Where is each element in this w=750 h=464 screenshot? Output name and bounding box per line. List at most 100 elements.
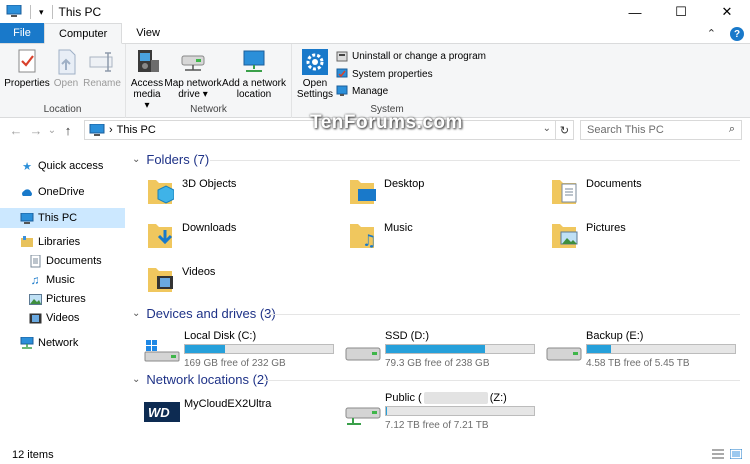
network-location-mycloud[interactable]: WD MyCloudEX2Ultra: [144, 398, 344, 434]
up-button[interactable]: ↑: [58, 123, 78, 138]
manage-button[interactable]: Manage: [336, 85, 388, 97]
drive-free-space: 169 GB free of 232 GB: [184, 358, 286, 369]
large-icons-view-icon[interactable]: [729, 448, 743, 462]
uninstall-label: Uninstall or change a program: [352, 50, 486, 62]
network-locations-section-header[interactable]: ⌄ Network locations (2): [132, 372, 269, 387]
videos-folder-icon: [148, 268, 173, 292]
drive-usage-bar: [385, 344, 535, 354]
nav-item-this-pc[interactable]: This PC: [0, 208, 125, 228]
drive-usage-fill: [386, 407, 388, 415]
address-path: This PC: [116, 124, 156, 136]
tab-computer[interactable]: Computer: [44, 23, 123, 44]
computer-icon[interactable]: [6, 4, 22, 20]
nav-item-libraries[interactable]: Libraries: [0, 232, 125, 252]
details-view-icon[interactable]: [712, 449, 724, 462]
section-title: Network locations (2): [146, 372, 269, 387]
drive-free-space: 7.12 TB free of 7.21 TB: [385, 420, 489, 431]
open-button[interactable]: Open: [52, 48, 80, 89]
drive-free-space: 79.3 GB free of 238 GB: [385, 358, 490, 369]
recent-locations-button[interactable]: ⌄: [46, 125, 58, 136]
drive-ssd-d[interactable]: SSD (D:) 79.3 GB free of 238 GB: [345, 330, 545, 369]
svg-text:♫: ♫: [362, 231, 376, 250]
nav-item-label: Libraries: [38, 236, 81, 248]
divider: [30, 5, 31, 19]
folder-label: Downloads: [182, 222, 237, 234]
path-separator-icon: ›: [109, 124, 113, 136]
maximize-button[interactable]: ☐: [658, 0, 704, 24]
open-settings-label: Open Settings: [296, 78, 334, 100]
downloads-folder-icon: [148, 224, 173, 248]
forward-button[interactable]: →: [26, 123, 46, 138]
open-label: Open: [53, 78, 79, 89]
search-input[interactable]: Search This PC ⌕: [580, 120, 742, 140]
map-network-drive-button[interactable]: Map network drive ▾: [164, 48, 222, 100]
close-button[interactable]: ✕: [704, 0, 750, 24]
nav-item-pictures[interactable]: Pictures: [0, 289, 125, 309]
drive-name: SSD (D:): [385, 330, 429, 342]
hard-drive-icon: [345, 347, 381, 361]
drive-name: Local Disk (C:): [184, 330, 257, 342]
folder-videos[interactable]: Videos: [146, 264, 215, 296]
chevron-down-icon: ⌄: [132, 308, 141, 319]
divider: [51, 5, 53, 19]
status-bar: 12 items: [0, 446, 750, 464]
drive-backup-e[interactable]: Backup (E:) 4.58 TB free of 5.45 TB: [546, 330, 746, 369]
window-title: This PC: [58, 5, 102, 19]
nav-item-label: Music: [46, 274, 75, 286]
system-properties-button[interactable]: System properties: [336, 68, 433, 80]
minimize-button[interactable]: —: [612, 0, 658, 24]
help-icon[interactable]: ?: [730, 27, 744, 41]
address-dropdown-button[interactable]: ⌄: [543, 123, 551, 134]
collapse-ribbon-icon[interactable]: ⌃: [707, 27, 716, 41]
drive-usage-bar: [586, 344, 736, 354]
drive-local-disk-c[interactable]: Local Disk (C:) 169 GB free of 232 GB: [144, 330, 344, 369]
properties-button[interactable]: Properties: [4, 48, 50, 89]
location-group: Properties Open Rename Location: [0, 44, 126, 118]
properties-icon: [18, 49, 36, 73]
nav-item-music[interactable]: ♫ Music: [0, 270, 125, 290]
network-drive-name-suffix: (Z:): [489, 392, 507, 404]
nav-item-videos[interactable]: Videos: [0, 308, 125, 328]
search-icon: ⌕: [728, 123, 735, 135]
hard-drive-icon: [546, 347, 582, 361]
open-settings-button[interactable]: Open Settings: [296, 48, 334, 100]
network-drive-name: Public ((Z:): [385, 392, 507, 405]
folder-pictures[interactable]: Pictures: [550, 220, 626, 252]
nav-item-documents[interactable]: Documents: [0, 251, 125, 271]
refresh-button[interactable]: ↻: [556, 120, 574, 140]
quick-access-toolbar-dropdown-icon[interactable]: ▾: [39, 7, 44, 18]
redacted-text: [423, 392, 488, 405]
folder-label: Music: [384, 222, 413, 234]
network-drive-public-z[interactable]: Public ((Z:) 7.12 TB free of 7.21 TB: [345, 392, 545, 432]
rename-button[interactable]: Rename: [83, 48, 121, 89]
folder-label: Videos: [182, 266, 216, 278]
computer-icon: [20, 211, 34, 225]
divider: [210, 160, 740, 161]
pictures-folder-icon: [552, 224, 578, 248]
network-drive-icon: [345, 407, 381, 425]
folder-documents[interactable]: Documents: [550, 176, 642, 208]
nav-item-label: Pictures: [46, 293, 86, 305]
folders-section-header[interactable]: ⌄ Folders (7): [132, 152, 209, 167]
tab-file[interactable]: File: [0, 23, 44, 43]
tab-view[interactable]: View: [122, 23, 174, 43]
drive-name: Backup (E:): [586, 330, 644, 342]
folder-desktop[interactable]: Desktop: [348, 176, 424, 208]
add-network-location-button[interactable]: Add a network location: [222, 48, 286, 100]
navigation-pane: ★ Quick access OneDrive This PC Librarie…: [0, 146, 125, 446]
nav-item-label: OneDrive: [38, 186, 85, 198]
drive-usage-fill: [386, 345, 486, 353]
folder-3d-objects[interactable]: 3D Objects: [146, 176, 236, 208]
documents-folder-icon: [552, 180, 577, 204]
folder-downloads[interactable]: Downloads: [146, 220, 236, 252]
desktop-folder-icon: [350, 180, 376, 204]
folder-music[interactable]: ♫ Music: [348, 220, 413, 252]
uninstall-program-button[interactable]: Uninstall or change a program: [336, 50, 486, 62]
access-media-button[interactable]: Access media ▾: [130, 48, 164, 111]
nav-item-onedrive[interactable]: OneDrive: [0, 182, 125, 202]
nav-item-network[interactable]: Network: [0, 333, 125, 353]
devices-section-header[interactable]: ⌄ Devices and drives (3): [132, 306, 276, 321]
nav-item-quick-access[interactable]: ★ Quick access: [0, 156, 125, 176]
back-button[interactable]: ←: [6, 123, 26, 138]
item-count: 12 items: [12, 449, 54, 461]
